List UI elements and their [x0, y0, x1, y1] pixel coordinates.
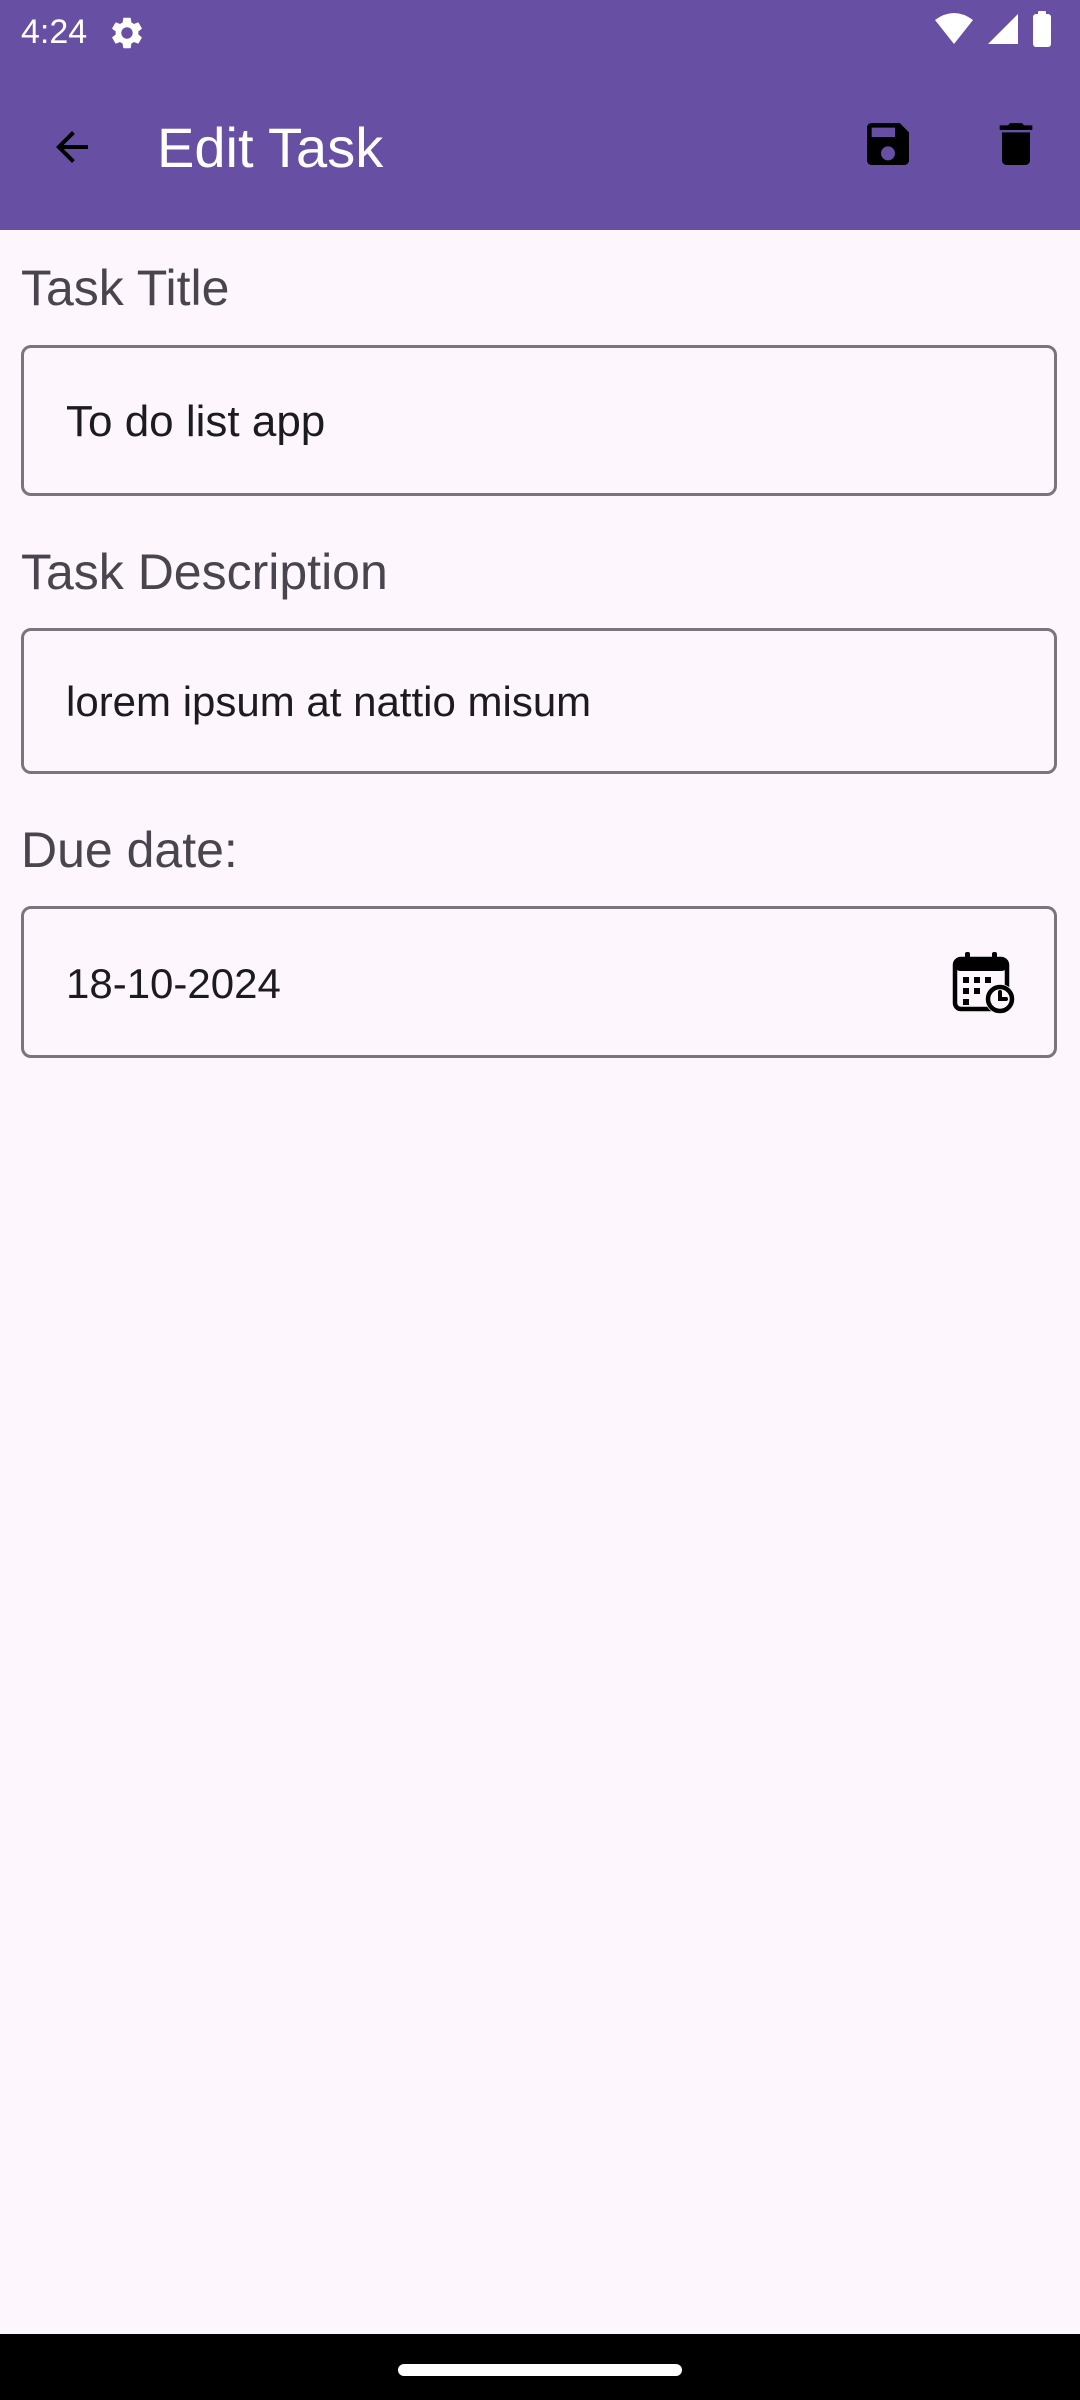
app-bar: Edit Task — [0, 62, 1080, 230]
back-arrow-icon — [48, 123, 96, 176]
task-title-field[interactable]: To do list app — [21, 345, 1057, 496]
page-title: Edit Task — [157, 116, 384, 179]
task-title-value: To do list app — [66, 397, 326, 446]
back-button[interactable] — [36, 113, 108, 185]
due-date-value: 18-10-2024 — [66, 960, 281, 1007]
status-indicators — [934, 10, 1052, 52]
task-description-field[interactable]: lorem ipsum at nattio misum — [21, 628, 1057, 774]
settings-icon — [108, 14, 146, 52]
system-navigation-bar — [0, 2334, 1080, 2400]
date-picker-button[interactable] — [948, 949, 1020, 1021]
status-bar: 4:24 — [0, 0, 1080, 62]
save-icon — [860, 116, 916, 177]
due-date-label: Due date: — [21, 822, 238, 878]
task-description-label: Task Description — [21, 544, 388, 600]
signal-icon — [986, 12, 1020, 51]
calendar-clock-icon — [951, 950, 1017, 1021]
battery-icon — [1032, 10, 1052, 52]
task-title-label: Task Title — [21, 260, 230, 316]
status-time: 4:24 — [21, 13, 88, 51]
due-date-field[interactable]: 18-10-2024 — [21, 906, 1057, 1058]
home-indicator[interactable] — [398, 2364, 682, 2376]
task-description-value: lorem ipsum at nattio misum — [66, 678, 592, 725]
save-button[interactable] — [852, 110, 924, 182]
wifi-icon — [934, 12, 974, 51]
delete-icon — [988, 116, 1044, 177]
delete-button[interactable] — [980, 110, 1052, 182]
